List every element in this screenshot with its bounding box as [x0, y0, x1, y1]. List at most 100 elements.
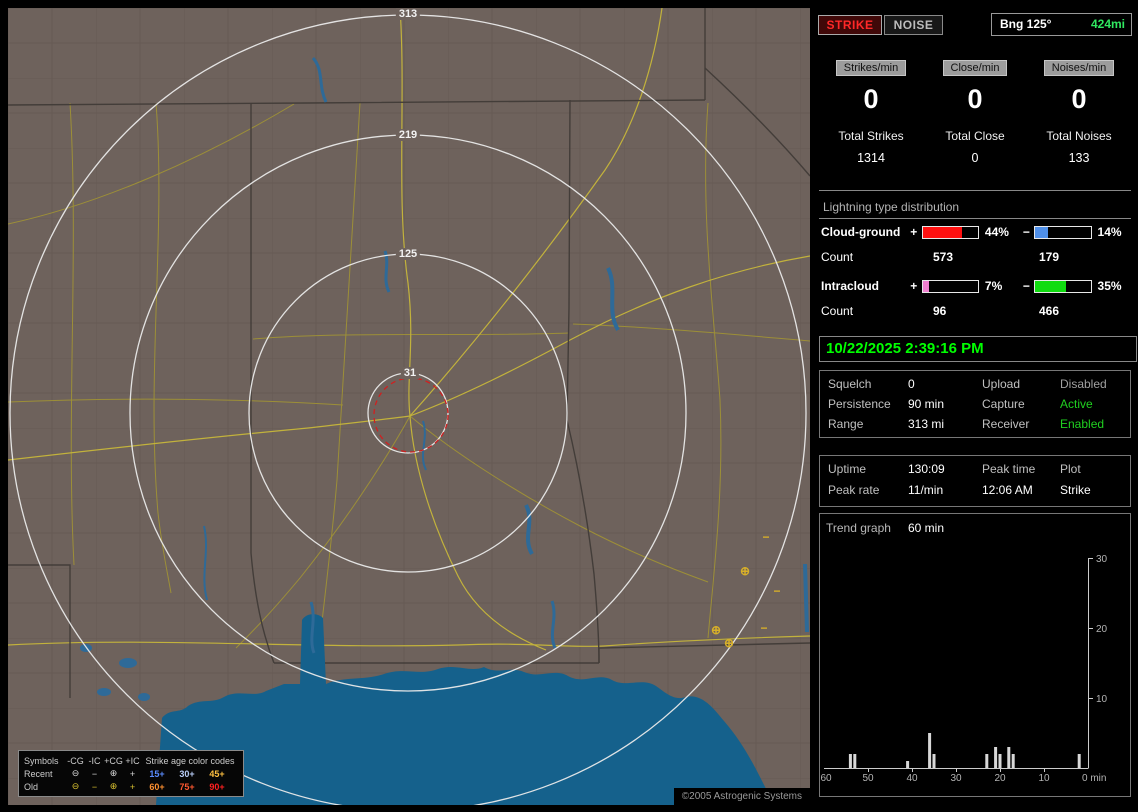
divider — [819, 218, 1131, 219]
cloud-ground-row: Cloud-ground + 44% − 14% — [821, 225, 1133, 239]
range-value: 313 mi — [908, 417, 945, 431]
bearing-distance: 424mi — [1090, 17, 1125, 31]
range-ring-label: 125 — [395, 248, 421, 260]
minus-gauge — [1034, 279, 1092, 293]
neg-ic-old-icon: − — [91, 781, 98, 792]
type-name: Intracloud — [821, 279, 880, 293]
age-code: 15+ — [149, 768, 165, 779]
settings-box: Squelch 0 Upload Disabled Persistence 90… — [819, 370, 1131, 438]
age-code: 75+ — [179, 781, 195, 792]
peak-time-label: Peak time — [982, 462, 1036, 476]
neg-cg-old-icon: ⊖ — [71, 781, 80, 791]
plot-label: Plot — [1060, 462, 1081, 476]
x-tick-label: 0 min — [1082, 773, 1106, 784]
app-window: 313 219 125 31 ⊕ − − − ⊕ ⊕ Symbols -CG -IC +C… — [0, 0, 1138, 812]
total-close-label: Total Close — [945, 129, 1005, 143]
squelch-value: 0 — [908, 377, 915, 391]
plus-gauge-fill — [922, 280, 929, 292]
total-noises-label: Total Noises — [1046, 129, 1112, 143]
trend-bar — [932, 754, 936, 768]
plus-gauge — [921, 225, 979, 239]
y-tick-label: 20 — [1096, 624, 1108, 635]
plus-sign: + — [910, 279, 918, 293]
close-per-min-label: Close/min — [942, 60, 1008, 76]
minus-sign: − — [1022, 225, 1030, 239]
status-row: Uptime 130:09 Peak time Plot — [820, 462, 1130, 477]
trend-window-value: 60 min — [908, 521, 945, 535]
minus-count: 179 — [1039, 250, 1060, 264]
map-legend: Symbols -CG -IC +CG +IC Strike age color… — [18, 750, 244, 797]
minus-gauge — [1034, 225, 1092, 239]
plus-gauge — [921, 279, 979, 293]
legend-row-label: Recent — [24, 768, 53, 779]
persistence-value: 90 min — [908, 397, 945, 411]
pos-ic-old-icon: + — [129, 781, 136, 792]
strike-toggle-button[interactable]: STRIKE — [818, 15, 882, 35]
persistence-label: Persistence — [828, 397, 891, 411]
trend-bar — [985, 754, 989, 768]
x-tick-label: 20 — [994, 773, 1006, 784]
strike-symbol: ⊕ — [723, 636, 735, 650]
age-code: 90+ — [209, 781, 225, 792]
legend-age-header: Strike age color codes — [145, 755, 235, 766]
trend-bar — [928, 733, 932, 768]
map-panel[interactable]: 313 219 125 31 ⊕ − − − ⊕ ⊕ Symbols -CG -IC +C… — [8, 8, 810, 805]
legend-row-label: Old — [24, 781, 39, 792]
trend-bar — [848, 754, 852, 768]
upload-status: Disabled — [1060, 377, 1107, 391]
plus-percent: 7% — [984, 279, 1003, 293]
noises-per-min-label: Noises/min — [1043, 60, 1115, 76]
plus-percent: 44% — [984, 225, 1009, 239]
count-label: Count — [821, 250, 854, 264]
bearing-readout: Bng 125° 424mi — [991, 13, 1132, 36]
strike-symbol-layer: ⊕ − − − ⊕ ⊕ — [8, 8, 810, 805]
trend-bar — [1077, 754, 1081, 768]
x-tick-label: 40 — [906, 773, 918, 784]
neg-cg-recent-icon: ⊖ — [71, 768, 80, 778]
plus-count: 573 — [933, 250, 954, 264]
minus-gauge-fill — [1035, 280, 1067, 292]
strikes-column: Strikes/min 0 Total Strikes 1314 — [819, 60, 923, 165]
y-tick-label: 10 — [1096, 694, 1108, 705]
strikes-per-min-value: 0 — [863, 84, 879, 114]
close-column: Close/min 0 Total Close 0 — [923, 60, 1027, 165]
range-ring-label: 219 — [395, 129, 421, 141]
trend-graph-box: Trend graph 60 min 60 50 40 30 20 10 0 m… — [819, 513, 1131, 797]
x-tick-label: 10 — [1038, 773, 1050, 784]
pos-cg-old-icon: ⊕ — [109, 781, 118, 791]
plus-gauge-fill — [922, 226, 962, 238]
receiver-label: Receiver — [982, 417, 1030, 431]
settings-row: Persistence 90 min Capture Active — [820, 397, 1130, 412]
cloud-ground-counts: Count 573 179 — [821, 250, 1133, 264]
distribution-title: Lightning type distribution — [823, 200, 960, 214]
strike-symbol: ⊕ — [710, 623, 722, 637]
settings-row: Squelch 0 Upload Disabled — [820, 377, 1130, 392]
legend-col-pos-ic: +IC — [125, 755, 140, 766]
status-box: Uptime 130:09 Peak time Plot Peak rate 1… — [819, 455, 1131, 507]
trend-axes — [824, 558, 1093, 772]
strikes-per-min-label: Strikes/min — [835, 60, 907, 76]
legend-col-pos-cg: +CG — [104, 755, 123, 766]
uptime-label: Uptime — [828, 462, 867, 476]
upload-label: Upload — [982, 377, 1021, 391]
status-row: Peak rate 11/min 12:06 AM Strike — [820, 483, 1130, 498]
total-noises-value: 133 — [1068, 151, 1090, 165]
age-code: 45+ — [209, 768, 225, 779]
minus-count: 466 — [1039, 304, 1060, 318]
noise-toggle-button[interactable]: NOISE — [884, 15, 943, 35]
total-strikes-value: 1314 — [857, 151, 885, 165]
rate-stats: Strikes/min 0 Total Strikes 1314 Close/m… — [819, 60, 1131, 165]
y-tick-label: 30 — [1096, 554, 1108, 565]
trend-bar — [994, 747, 998, 768]
minus-gauge-fill — [1035, 226, 1048, 238]
strike-symbol: − — [762, 530, 770, 544]
minus-percent: 14% — [1097, 225, 1122, 239]
total-strikes-label: Total Strikes — [838, 129, 904, 143]
intracloud-row: Intracloud + 7% − 35% — [821, 279, 1133, 293]
strike-symbol: ⊕ — [739, 564, 751, 578]
legend-col-neg-cg: -CG — [67, 755, 84, 766]
minus-percent: 35% — [1097, 279, 1122, 293]
noises-column: Noises/min 0 Total Noises 133 — [1027, 60, 1131, 165]
age-code: 60+ — [149, 781, 165, 792]
range-ring-label: 31 — [400, 367, 420, 379]
